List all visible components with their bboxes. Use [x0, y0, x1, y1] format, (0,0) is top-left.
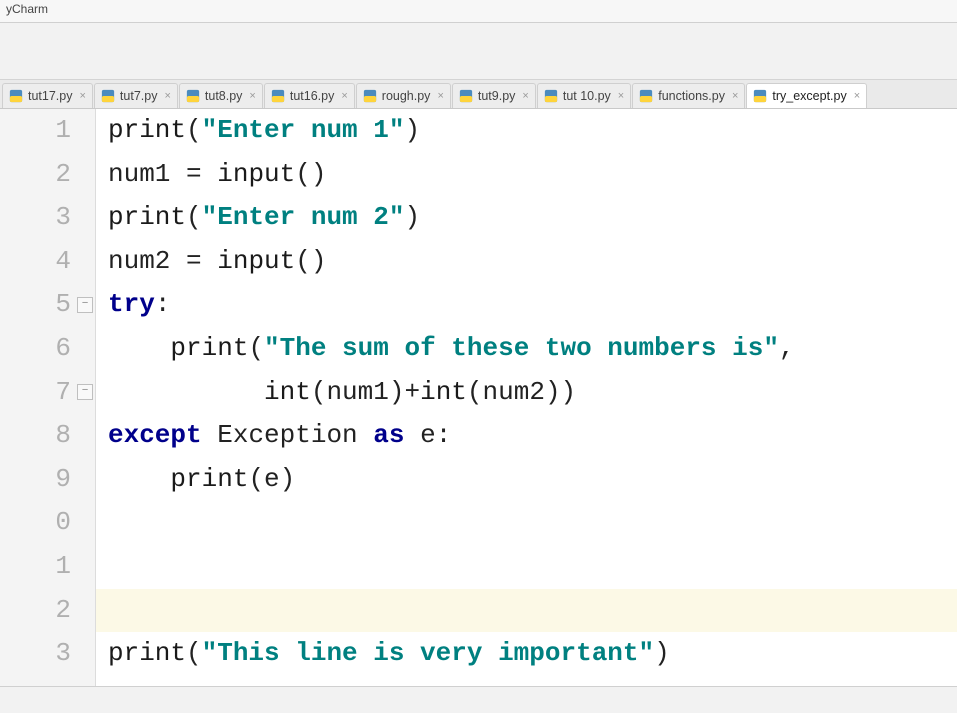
line-number: 2 — [0, 589, 95, 633]
python-file-icon — [363, 89, 377, 103]
line-number: 5− — [0, 283, 95, 327]
builtin-input: input — [217, 159, 295, 189]
identifier: e — [264, 464, 280, 494]
code-line-4[interactable]: num2 = input() — [96, 240, 957, 284]
line-number: 1 — [0, 545, 95, 589]
fold-toggle-icon[interactable]: − — [77, 297, 93, 313]
fold-toggle-icon[interactable]: − — [77, 384, 93, 400]
class-name: Exception — [217, 420, 357, 450]
line-number: 7− — [0, 371, 95, 415]
code-line-3[interactable]: print("Enter num 2") — [96, 196, 957, 240]
identifier: e — [420, 420, 436, 450]
code-line-13[interactable]: print("This line is very important") — [96, 632, 957, 676]
identifier: num1 — [326, 377, 388, 407]
line-number: 4 — [0, 240, 95, 284]
keyword-try: try — [108, 289, 155, 319]
code-line-5[interactable]: try: — [96, 283, 957, 327]
editor: 12345−67−890123 print("Enter num 1")num1… — [0, 109, 957, 687]
tab-label: try_except.py — [772, 89, 846, 103]
close-icon[interactable]: × — [522, 90, 528, 102]
string-literal: "Enter num 1" — [202, 115, 405, 145]
line-number: 9 — [0, 458, 95, 502]
python-file-icon — [101, 89, 115, 103]
line-number: 0 — [0, 501, 95, 545]
builtin-print: print — [108, 202, 186, 232]
close-icon[interactable]: × — [249, 90, 255, 102]
close-icon[interactable]: × — [164, 90, 170, 102]
editor-tab-tut7-py[interactable]: tut7.py × — [94, 83, 178, 108]
builtin-int: int — [420, 377, 467, 407]
identifier: num2 — [483, 377, 545, 407]
editor-tab-tut-10-py[interactable]: tut 10.py × — [537, 83, 631, 108]
toolbar-area — [0, 23, 957, 80]
tab-label: tut16.py — [290, 89, 334, 103]
tab-label: tut7.py — [120, 89, 158, 103]
identifier: num2 — [108, 246, 170, 276]
tab-label: rough.py — [382, 89, 431, 103]
code-line-10[interactable] — [96, 501, 957, 545]
tab-label: tut17.py — [28, 89, 72, 103]
line-number: 8 — [0, 414, 95, 458]
close-icon[interactable]: × — [732, 90, 738, 102]
code-line-7[interactable]: int(num1)+int(num2)) — [96, 371, 957, 415]
keyword-except: except — [108, 420, 202, 450]
code-line-1[interactable]: print("Enter num 1") — [96, 109, 957, 153]
close-icon[interactable]: × — [618, 90, 624, 102]
editor-tab-tut17-py[interactable]: tut17.py × — [2, 83, 93, 108]
python-file-icon — [753, 89, 767, 103]
python-file-icon — [9, 89, 23, 103]
builtin-print: print — [108, 638, 186, 668]
line-number: 2 — [0, 153, 95, 197]
line-number: 6 — [0, 327, 95, 371]
code-area[interactable]: print("Enter num 1")num1 = input()print(… — [96, 109, 957, 686]
builtin-int: int — [264, 377, 311, 407]
editor-tab-tut16-py[interactable]: tut16.py × — [264, 83, 355, 108]
close-icon[interactable]: × — [341, 90, 347, 102]
status-bar — [0, 687, 957, 713]
string-literal: "Enter num 2" — [202, 202, 405, 232]
builtin-print: print — [108, 115, 186, 145]
code-line-11[interactable] — [96, 545, 957, 589]
editor-tab-rough-py[interactable]: rough.py × — [356, 83, 451, 108]
string-literal: "This line is very important" — [202, 638, 654, 668]
string-literal: "The sum of these two numbers is" — [264, 333, 779, 363]
python-file-icon — [459, 89, 473, 103]
line-number: 3 — [0, 632, 95, 676]
python-file-icon — [186, 89, 200, 103]
builtin-print: print — [170, 333, 248, 363]
tab-label: tut8.py — [205, 89, 243, 103]
editor-tabbar: tut17.py×tut7.py×tut8.py×tut16.py×rough.… — [0, 80, 957, 109]
line-number: 3 — [0, 196, 95, 240]
code-line-8[interactable]: except Exception as e: — [96, 414, 957, 458]
close-icon[interactable]: × — [437, 90, 443, 102]
builtin-input: input — [217, 246, 295, 276]
line-number-gutter: 12345−67−890123 — [0, 109, 96, 686]
code-line-6[interactable]: print("The sum of these two numbers is", — [96, 327, 957, 371]
editor-tab-try_except-py[interactable]: try_except.py × — [746, 83, 867, 108]
tab-label: functions.py — [658, 89, 725, 103]
python-file-icon — [271, 89, 285, 103]
editor-tab-tut8-py[interactable]: tut8.py × — [179, 83, 263, 108]
app-title: yCharm — [0, 0, 957, 23]
python-file-icon — [639, 89, 653, 103]
editor-tab-tut9-py[interactable]: tut9.py × — [452, 83, 536, 108]
builtin-print: print — [170, 464, 248, 494]
tab-label: tut 10.py — [563, 89, 611, 103]
code-line-12[interactable] — [96, 589, 957, 633]
editor-tab-functions-py[interactable]: functions.py × — [632, 83, 745, 108]
line-number: 1 — [0, 109, 95, 153]
python-file-icon — [544, 89, 558, 103]
close-icon[interactable]: × — [79, 90, 85, 102]
tab-label: tut9.py — [478, 89, 516, 103]
code-line-2[interactable]: num1 = input() — [96, 153, 957, 197]
identifier: num1 — [108, 159, 170, 189]
code-line-9[interactable]: print(e) — [96, 458, 957, 502]
keyword-as: as — [373, 420, 404, 450]
close-icon[interactable]: × — [854, 90, 860, 102]
